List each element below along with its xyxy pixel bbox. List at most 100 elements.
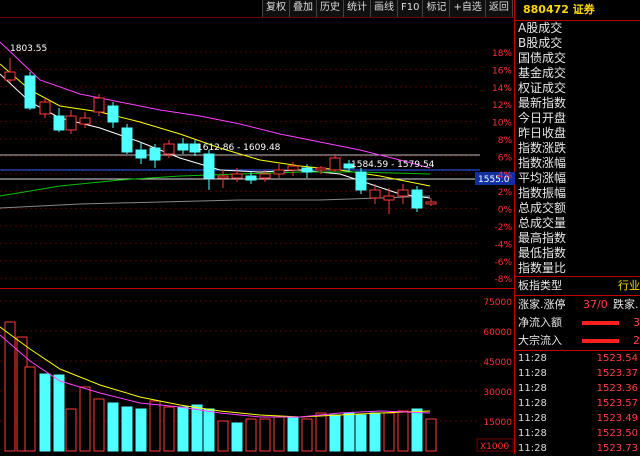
index-field-label: 指数振幅 — [518, 186, 567, 200]
volume-bar — [79, 386, 91, 452]
index-field-label: 基金成交 — [518, 66, 567, 80]
candlestick-chart[interactable]: 1803.55 1612.86 - 1609.48 1584.59 - 1579… — [0, 18, 515, 288]
index-field-label: 今日开盘 — [518, 111, 567, 125]
volume-bar — [191, 404, 203, 452]
security-name: 证券 — [572, 3, 595, 16]
index-field-label: 总成交额 — [518, 201, 567, 215]
tick-price: 1523.57 — [596, 398, 638, 409]
tick-row: 11:28 1523.37 — [515, 366, 640, 381]
chart-area[interactable]: 复权 叠加 历史 统计 画线 F10 标记 +自选 返回 1803.55 161… — [0, 0, 515, 454]
fall-label: 跌家. — [613, 298, 639, 311]
annotation-left: 1612.86 - 1609.48 — [197, 143, 281, 153]
volume-tick-label: 75000 — [483, 298, 512, 308]
candle-body — [121, 127, 133, 153]
index-field-label: 国债成交 — [518, 51, 567, 65]
percent-tick-label: -8% — [494, 275, 512, 285]
index-field-label: 指数量比 — [518, 261, 567, 275]
candle-body — [287, 165, 299, 171]
candle-body — [107, 105, 119, 123]
volume-bar — [65, 408, 77, 452]
up-down-value: 37/0 — [583, 298, 608, 311]
security-header[interactable]: 880472 证券 — [515, 0, 640, 21]
history-button[interactable]: 历史 — [316, 0, 344, 17]
index-field-label: B股成交 — [518, 36, 563, 50]
volume-bar — [397, 410, 409, 452]
index-type-label: 板指类型 — [518, 279, 562, 292]
volume-bar — [203, 408, 215, 452]
candle-body — [369, 189, 381, 199]
percent-tick-label: 14% — [492, 84, 512, 94]
moving-average-line — [0, 195, 431, 209]
add-favorite-button[interactable]: +自选 — [449, 0, 486, 17]
percent-tick-label: -6% — [494, 258, 512, 268]
candles — [4, 58, 437, 214]
volume-axis: 75000 60000 45000 30000 15000 — [483, 298, 512, 428]
volume-bars — [4, 321, 437, 452]
volume-bar — [343, 412, 355, 452]
tick-price: 1523.49 — [596, 413, 638, 424]
volume-bar — [4, 321, 16, 452]
candle-body — [273, 169, 285, 175]
candle-body — [39, 101, 51, 115]
candle-body — [315, 167, 327, 171]
tick-time: 11:28 — [518, 413, 547, 424]
tick-time: 11:28 — [518, 353, 547, 364]
volume-bar — [39, 373, 51, 452]
candle-body — [217, 175, 229, 179]
volume-bar — [411, 408, 423, 452]
tick-row: 11:28 1523.36 — [515, 381, 640, 396]
candle-body — [397, 189, 409, 197]
mark-button[interactable]: 标记 — [422, 0, 451, 17]
volume-bar — [355, 414, 367, 452]
volume-bar — [231, 422, 243, 452]
index-type-value: 行业 — [618, 279, 640, 292]
percent-tick-label: 4% — [498, 171, 513, 181]
candle-body — [411, 189, 423, 209]
volume-bar — [163, 406, 175, 452]
back-button[interactable]: 返回 — [484, 0, 513, 17]
candle-body — [245, 175, 257, 181]
tick-time: 11:28 — [518, 428, 547, 439]
tick-row: 11:28 1523.54 — [515, 351, 640, 366]
percent-tick-label: 0% — [498, 206, 513, 216]
candle-body — [425, 201, 437, 205]
volume-chart[interactable]: 75000 60000 45000 30000 15000 X1000 — [0, 289, 515, 454]
volume-tick-label: 30000 — [483, 388, 512, 398]
percent-tick-label: -4% — [494, 240, 512, 250]
tick-time: 11:28 — [518, 383, 547, 394]
percent-axis: 18% 16% 14% 12% 10% 8% 6% 4% 2% 0% -2% -4% -6% -8% — [492, 49, 512, 285]
volume-bar — [149, 400, 161, 452]
tick-time: 11:28 — [518, 398, 547, 409]
high-marker-label: 1803.55 — [10, 44, 47, 54]
overlay-button[interactable]: 叠加 — [289, 0, 317, 17]
volume-gridlines — [0, 300, 478, 422]
candle-body — [4, 71, 16, 81]
restore-rights-button[interactable]: 复权 — [262, 0, 290, 17]
candle-body — [135, 149, 147, 159]
f10-button[interactable]: F10 — [397, 0, 424, 17]
tick-price: 1523.37 — [596, 368, 638, 379]
chart-toolbar: 复权 叠加 历史 统计 画线 F10 标记 +自选 返回 — [262, 0, 513, 17]
volume-bar — [259, 418, 271, 452]
candle-body — [149, 147, 161, 161]
candle-body — [93, 97, 105, 113]
volume-tick-label: 45000 — [483, 358, 512, 368]
candle-body — [301, 167, 313, 173]
volume-bar — [177, 406, 189, 452]
draw-line-button[interactable]: 画线 — [370, 0, 398, 17]
volume-bar — [217, 420, 229, 452]
statistics-button[interactable]: 统计 — [343, 0, 371, 17]
volume-bar — [245, 418, 257, 452]
up-down-row: 涨家.涨停 37/0 跌家. — [515, 296, 640, 314]
inflow-row: 净流入额 3 — [515, 314, 640, 332]
block-inflow-label: 大宗流入 — [518, 334, 562, 347]
candle-body — [79, 117, 91, 125]
candle-body — [65, 115, 77, 131]
candle-body — [355, 171, 367, 191]
volume-tick-label: 60000 — [483, 328, 512, 338]
tick-time: 11:28 — [518, 368, 547, 379]
index-field-list: A股成交 B股成交 国债成交 基金成交 权证成交 最新指数 今日开盘 昨日收盘 指数涨跌 指数涨幅… — [515, 21, 640, 276]
volume-bar — [383, 412, 395, 452]
tick-price: 1523.50 — [596, 428, 638, 439]
volume-tick-label: 15000 — [483, 418, 512, 428]
